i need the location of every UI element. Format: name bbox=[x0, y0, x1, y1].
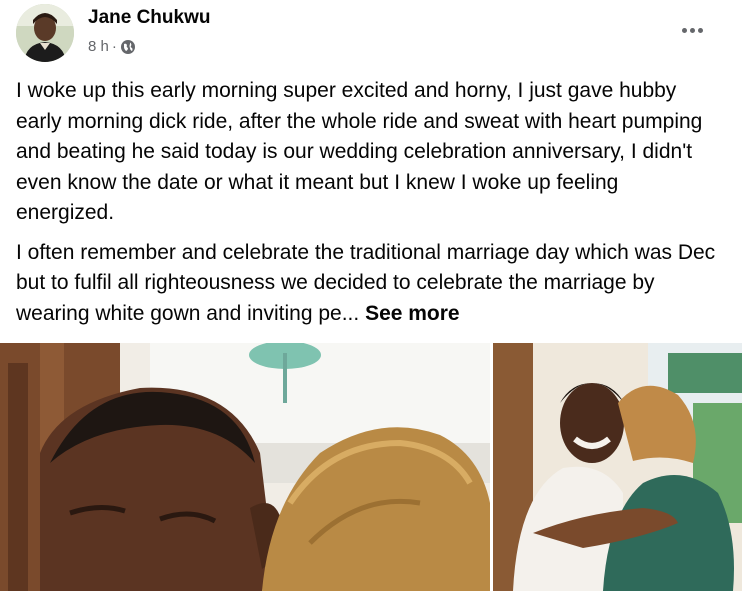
post-meta: 8 h · bbox=[88, 38, 136, 55]
avatar-image bbox=[16, 4, 74, 62]
post-paragraph-1: I woke up this early morning super excit… bbox=[16, 79, 703, 224]
author-avatar[interactable] bbox=[16, 4, 74, 62]
photo-grid bbox=[0, 343, 742, 591]
see-more-link[interactable]: See more bbox=[365, 302, 460, 325]
photo-1[interactable] bbox=[0, 343, 490, 591]
globe-icon[interactable] bbox=[120, 39, 136, 55]
author-name[interactable]: Jane Chukwu bbox=[88, 7, 210, 29]
post-timestamp[interactable]: 8 h bbox=[88, 38, 109, 55]
post-body: I woke up this early morning super excit… bbox=[16, 76, 716, 329]
more-options-icon[interactable] bbox=[672, 16, 712, 44]
post-header: Jane Chukwu 8 h · bbox=[0, 0, 742, 70]
photo-2[interactable] bbox=[493, 343, 742, 591]
post-paragraph-2: I often remember and celebrate the tradi… bbox=[16, 238, 716, 330]
meta-separator: · bbox=[111, 38, 117, 55]
